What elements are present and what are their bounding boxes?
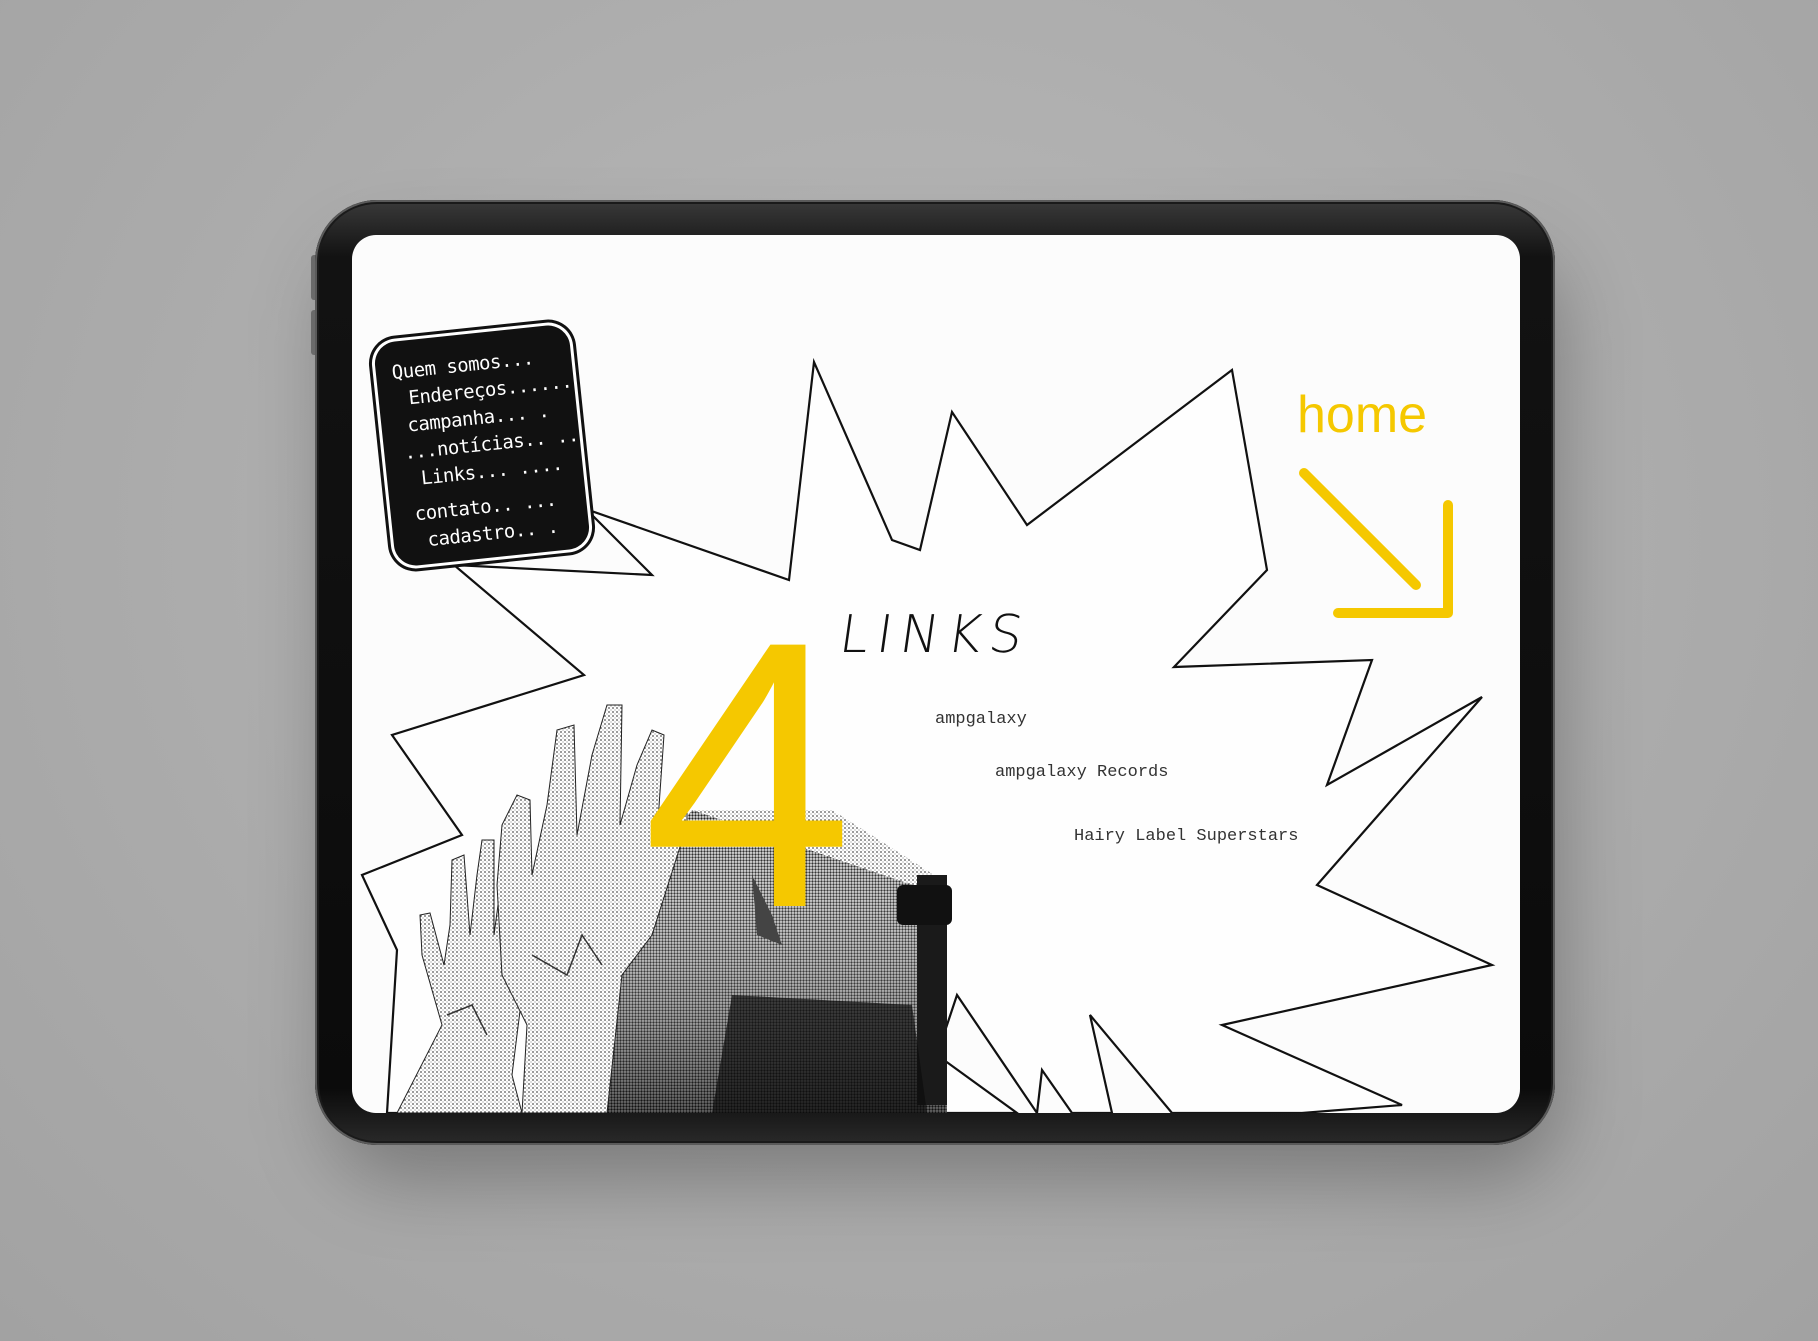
- link-ampgalaxy-records[interactable]: ampgalaxy Records: [995, 763, 1168, 782]
- arrow-down-right-icon[interactable]: [1299, 468, 1453, 618]
- page-title: LINKS: [835, 605, 1035, 665]
- tablet-screen: 4 LINKS ampgalaxy ampgalaxy Records Hair…: [352, 235, 1520, 1113]
- section-number: 4: [642, 562, 854, 987]
- link-ampgalaxy[interactable]: ampgalaxy: [935, 710, 1027, 729]
- home-link[interactable]: home: [1297, 385, 1427, 445]
- navigation-menu: Quem somos... Endereços...... campanha..…: [372, 323, 592, 568]
- link-hairy-label-superstars[interactable]: Hairy Label Superstars: [1074, 827, 1298, 846]
